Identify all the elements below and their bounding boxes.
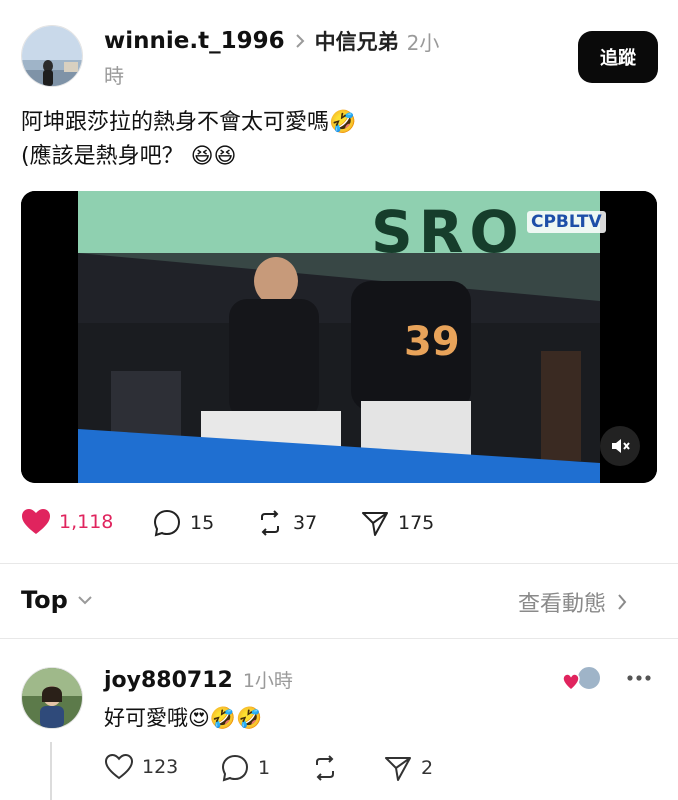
comment-button[interactable]: 15 (152, 508, 214, 538)
emoji-rofl: 🤣 (329, 110, 357, 135)
send-icon (362, 512, 388, 536)
repost-button[interactable]: 37 (255, 508, 317, 538)
more-horizontal-icon (627, 675, 651, 681)
comment-share-button[interactable]: 2 (383, 753, 433, 783)
chevron-right-icon (295, 34, 305, 48)
post-video[interactable]: SRO 39 CPBLTV (21, 191, 657, 483)
comment-reply-button[interactable]: 1 (220, 753, 270, 783)
speaker-muted-icon (612, 439, 630, 453)
post-text-line-2: (應該是熱身吧？ 😆😆 (21, 140, 356, 174)
follow-button[interactable]: 追蹤 (578, 31, 658, 83)
mute-button[interactable] (600, 426, 640, 466)
post-text-1: 阿坤跟莎拉的熱身不會太可愛嗎 (21, 110, 330, 135)
comment-count: 15 (190, 512, 215, 534)
comment-meta-row: joy880712 1小時 (104, 666, 293, 693)
share-count: 175 (398, 512, 435, 534)
post-text-2: (應該是熱身吧？ (21, 144, 184, 169)
jersey-number: 39 (404, 319, 460, 365)
comment-author-name[interactable]: joy880712 (104, 668, 233, 693)
heart-filled-icon (22, 509, 50, 534)
chevron-right-icon (618, 594, 627, 610)
comment-bubble-icon (153, 509, 181, 537)
emoji-laughing: 😆😆 (190, 144, 237, 169)
like-button[interactable]: 1,118 (21, 508, 113, 536)
video-watermark: CPBLTV (527, 211, 606, 233)
divider (0, 638, 678, 639)
thread-line (50, 742, 52, 800)
comment-time: 1小時 (242, 670, 293, 692)
post-body: 阿坤跟莎拉的熱身不會太可愛嗎🤣 (應該是熱身吧？ 😆😆 (21, 106, 356, 174)
view-activity-link[interactable]: 查看動態 (518, 586, 628, 618)
comment-like-count: 123 (142, 756, 179, 778)
post-time-wrap: 時 (104, 64, 124, 88)
more-options-button[interactable] (626, 668, 652, 692)
author-liked-badge (562, 664, 602, 694)
heart-outline-icon (104, 753, 134, 780)
sort-label: Top (21, 586, 68, 614)
liked-by-author-icon (562, 665, 602, 691)
like-count: 1,118 (59, 511, 114, 533)
comment-like-button[interactable]: 123 (104, 753, 178, 781)
video-banner-text: SRO (371, 198, 525, 266)
author-avatar[interactable] (21, 25, 83, 87)
comment-text-body: 好可愛哦 (104, 706, 188, 730)
repost-count: 37 (293, 512, 318, 534)
post-text-line-1: 阿坤跟莎拉的熱身不會太可愛嗎🤣 (21, 106, 356, 140)
comment-text: 好可愛哦😍🤣🤣 (104, 703, 262, 733)
comment-reply-count: 1 (258, 757, 271, 779)
commenter-avatar[interactable] (21, 667, 83, 729)
post-author-name[interactable]: winnie.t_1996 (104, 28, 285, 54)
post-time: 2小 (406, 30, 440, 55)
comment-repost-button[interactable] (310, 753, 340, 783)
share-button[interactable]: 175 (360, 508, 434, 538)
repost-icon (261, 510, 279, 536)
chevron-down-icon (78, 596, 92, 605)
avatar-photo (22, 26, 82, 86)
divider (0, 563, 678, 564)
comment-bubble-icon (221, 754, 249, 782)
view-activity-label: 查看動態 (518, 592, 607, 617)
send-icon (385, 757, 411, 781)
comment-share-count: 2 (421, 757, 434, 779)
repost-icon (316, 755, 334, 781)
post-meta-row: winnie.t_1996 中信兄弟 2小 (104, 26, 439, 56)
comment-emoji: 😍🤣🤣 (188, 706, 263, 730)
avatar-photo (22, 668, 82, 728)
sort-dropdown[interactable]: Top (21, 586, 94, 614)
video-frame (21, 191, 657, 483)
community-name[interactable]: 中信兄弟 (315, 26, 399, 56)
